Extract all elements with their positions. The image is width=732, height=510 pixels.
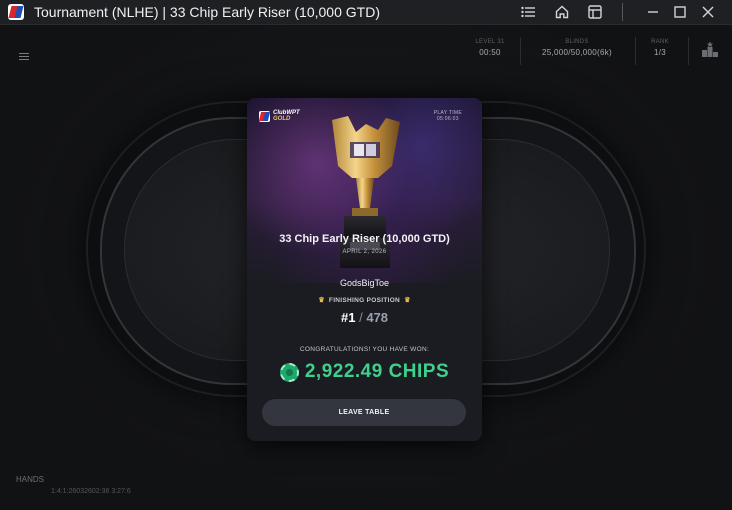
card-hero-banner: ClubWPT GOLD PLAY TIME 05:06:03 — [247, 98, 482, 283]
crown-icon: ♛ — [404, 297, 411, 304]
window-title: Tournament (NLHE) | 33 Chip Early Riser … — [34, 4, 380, 20]
leave-table-button[interactable]: LEAVE TABLE — [262, 399, 466, 426]
chip-icon — [279, 362, 299, 382]
level-label: LEVEL 31 — [475, 39, 505, 45]
blinds-value: 25,000/50,000(6k) — [541, 48, 613, 57]
home-icon[interactable] — [552, 0, 572, 24]
finishing-position-label: ♛ FINISHING POSITION ♛ — [247, 296, 482, 304]
window-titlebar: Tournament (NLHE) | 33 Chip Early Riser … — [0, 0, 732, 25]
tournament-result-card: ClubWPT GOLD PLAY TIME 05:06:03 33 Chip … — [247, 98, 482, 441]
hamburger-menu-icon[interactable] — [19, 53, 29, 62]
rank-label: RANK — [651, 39, 669, 45]
maximize-icon[interactable] — [670, 0, 690, 24]
hud-divider — [688, 37, 689, 65]
tournament-date: APRIL 2, 2026 — [342, 249, 387, 255]
level-time: 00:50 — [479, 48, 501, 57]
hud-divider — [635, 37, 636, 65]
app-logo-icon — [8, 4, 24, 20]
finishing-label-text: FINISHING POSITION — [328, 297, 401, 304]
blinds-indicator: BLINDS 25,000/50,000(6k) — [527, 39, 627, 57]
hands-label: HANDS — [16, 475, 45, 484]
position-rank: #1 — [340, 310, 356, 325]
brand-text: ClubWPT GOLD — [273, 110, 300, 122]
rank-indicator: RANK 1/3 — [640, 39, 680, 57]
list-icon[interactable] — [518, 0, 538, 24]
play-time: PLAY TIME 05:06:03 — [434, 110, 462, 122]
blinds-label: BLINDS — [565, 39, 589, 45]
position-separator: / — [359, 310, 363, 325]
hud-divider — [520, 37, 521, 65]
finishing-position: #1 / 478 — [247, 310, 482, 325]
total-players: 478 — [366, 310, 389, 325]
congratulations-text: CONGRATULATIONS! YOU HAVE WON: — [299, 346, 430, 353]
titlebar-divider — [622, 3, 623, 21]
clubwpt-gold-logo: ClubWPT GOLD — [259, 110, 300, 122]
leaderboard-podium-icon[interactable] — [702, 41, 718, 62]
winnings-amount: 2,922.49 CHIPS — [304, 361, 450, 382]
player-name: GodsBigToe — [339, 278, 390, 288]
crown-icon: ♛ — [318, 297, 325, 304]
hand-id: 1:4:1:26032602:36 3:27:6 — [51, 488, 131, 495]
minimize-icon[interactable] — [643, 0, 663, 24]
play-time-value: 05:06:03 — [436, 116, 459, 122]
tournament-name: 33 Chip Early Riser (10,000 GTD) — [279, 233, 450, 245]
rank-value: 1/3 — [653, 48, 667, 57]
brand-tier: GOLD — [273, 116, 291, 122]
close-icon[interactable] — [698, 0, 718, 24]
clubwpt-logo-icon — [259, 110, 270, 122]
winnings-row: 2,922.49 CHIPS — [247, 361, 482, 383]
layout-icon[interactable] — [585, 0, 605, 24]
level-indicator: LEVEL 31 00:50 — [470, 39, 510, 57]
